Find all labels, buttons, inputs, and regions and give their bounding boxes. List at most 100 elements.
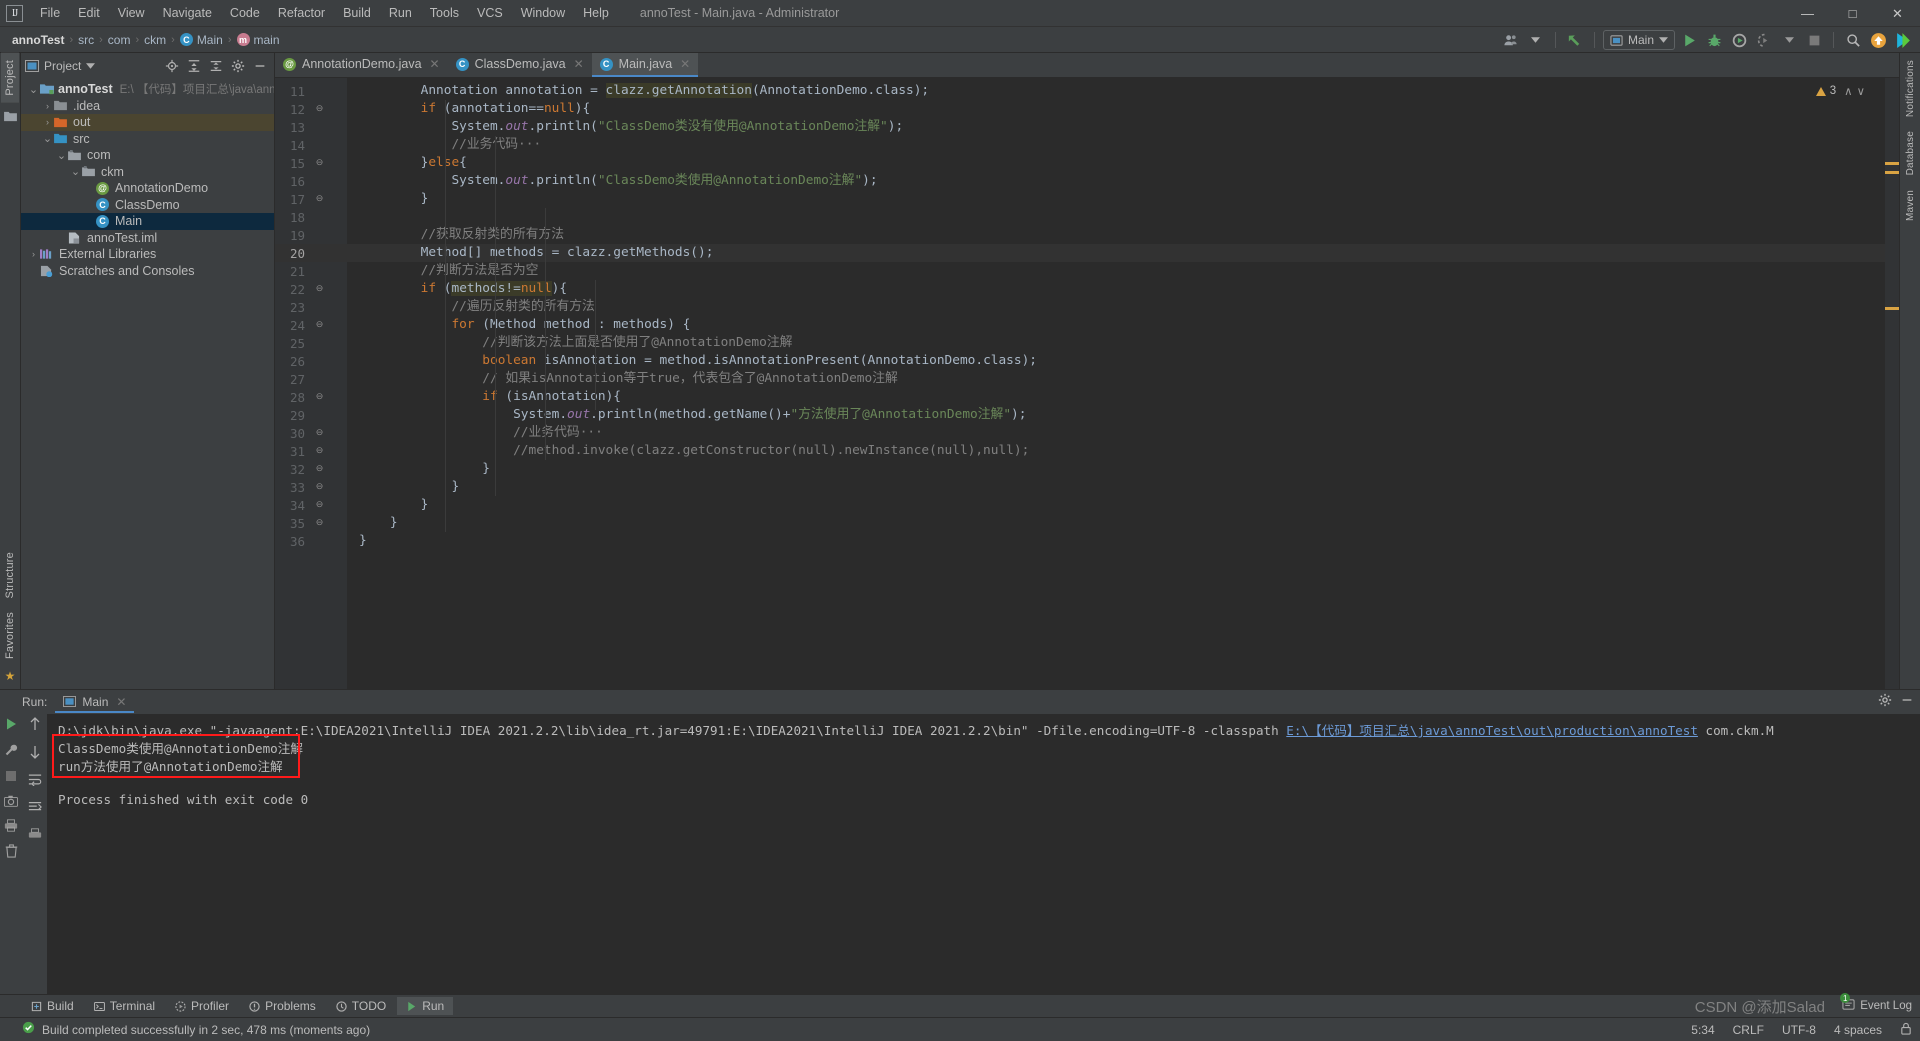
run-configuration-selector[interactable]: Main xyxy=(1602,30,1675,50)
line-number[interactable]: 32 xyxy=(279,462,305,477)
line-number[interactable]: 34 xyxy=(279,498,305,513)
menu-item-file[interactable]: File xyxy=(31,2,69,24)
sidebar-item-structure[interactable]: Structure xyxy=(1,545,19,605)
menu-item-navigate[interactable]: Navigate xyxy=(154,2,221,24)
breadcrumb-item-ckm[interactable]: ckm xyxy=(140,32,170,48)
code-line[interactable]: System.out.println("ClassDemo类没有使用@Annot… xyxy=(359,118,903,136)
ide-icon[interactable] xyxy=(1892,29,1914,51)
menu-item-view[interactable]: View xyxy=(109,2,154,24)
camera-icon[interactable] xyxy=(4,794,18,812)
line-number[interactable]: 33 xyxy=(279,480,305,495)
editor-code[interactable]: 3 ∧ ∨ Annotation annotation = clazz.getA… xyxy=(347,78,1885,689)
tree-expand-arrow-icon[interactable]: ⌄ xyxy=(55,149,68,162)
code-fold-icon[interactable]: ⊖ xyxy=(314,463,325,474)
bottom-tab-run[interactable]: Run xyxy=(397,997,454,1015)
code-line[interactable]: //判断该方法上面是否使用了@AnnotationDemo注解 xyxy=(359,334,792,352)
wrench-icon[interactable] xyxy=(4,743,18,762)
caret-position[interactable]: 5:34 xyxy=(1691,1023,1714,1037)
code-line[interactable]: //业务代码··· xyxy=(359,424,603,442)
line-number[interactable]: 35 xyxy=(279,516,305,531)
breadcrumb-item-main[interactable]: m main xyxy=(233,32,284,48)
event-log-label[interactable]: Event Log xyxy=(1860,1000,1912,1012)
bottom-tab-todo[interactable]: TODO xyxy=(327,997,395,1015)
debug-icon[interactable] xyxy=(1703,29,1725,51)
code-fold-icon[interactable]: ⊖ xyxy=(314,391,325,402)
menu-item-tools[interactable]: Tools xyxy=(421,2,468,24)
scroll-down-icon[interactable] xyxy=(29,745,41,764)
menu-item-window[interactable]: Window xyxy=(512,2,574,24)
breadcrumb-item-src[interactable]: src xyxy=(74,32,98,48)
tree-expand-arrow-icon[interactable]: › xyxy=(27,249,40,259)
code-fold-icon[interactable]: ⊖ xyxy=(314,193,325,204)
console-classpath-link[interactable]: E:\【代码】项目汇总\java\annoTest\out\production… xyxy=(1286,723,1698,738)
tree-node-ckm[interactable]: ⌄ ckm xyxy=(21,164,274,181)
user-avatar-icon[interactable] xyxy=(1500,29,1522,51)
updates-icon[interactable] xyxy=(1867,29,1889,51)
error-stripe-mark[interactable] xyxy=(1885,171,1899,174)
code-fold-icon[interactable]: ⊖ xyxy=(314,319,325,330)
run-icon[interactable] xyxy=(1678,29,1700,51)
line-number[interactable]: 31 xyxy=(279,444,305,459)
line-number[interactable]: 36 xyxy=(279,534,305,549)
code-line[interactable]: if (methods!=null){ xyxy=(359,280,567,298)
code-fold-icon[interactable]: ⊖ xyxy=(314,499,325,510)
code-line[interactable]: } xyxy=(359,514,398,532)
close-button[interactable]: ✕ xyxy=(1875,0,1920,27)
tree-node-com[interactable]: ⌄ com xyxy=(21,147,274,164)
menu-item-edit[interactable]: Edit xyxy=(69,2,109,24)
print-console-icon[interactable] xyxy=(28,828,42,846)
profiler-icon[interactable] xyxy=(1753,29,1775,51)
scroll-up-icon[interactable] xyxy=(29,717,41,736)
tree-expand-arrow-icon[interactable]: › xyxy=(41,117,54,127)
line-number[interactable]: 18 xyxy=(279,210,305,225)
line-number[interactable]: 28 xyxy=(279,390,305,405)
structure-folder-icon[interactable] xyxy=(3,109,17,127)
code-line[interactable]: System.out.println(method.getName()+"方法使… xyxy=(359,406,1026,424)
soft-wrap-icon[interactable] xyxy=(28,773,42,791)
line-number[interactable]: 11 xyxy=(279,84,305,99)
sidebar-item-maven[interactable]: Maven xyxy=(1902,183,1919,228)
tree-node-src[interactable]: ⌄ src xyxy=(21,131,274,148)
line-number[interactable]: 13 xyxy=(279,120,305,135)
run-tab-main[interactable]: Main ✕ xyxy=(55,692,135,713)
line-number[interactable]: 26 xyxy=(279,354,305,369)
menu-item-vcs[interactable]: VCS xyxy=(468,2,512,24)
project-tree[interactable]: ⌄ annoTest E:\ 【代码】项目汇总\java\annoTest › .ide… xyxy=(21,79,274,689)
tree-node-annotest-iml[interactable]: annoTest.iml xyxy=(21,230,274,247)
tree-expand-arrow-icon[interactable]: ⌄ xyxy=(27,83,40,96)
indent-setting[interactable]: 4 spaces xyxy=(1834,1023,1882,1037)
gear-icon[interactable] xyxy=(1878,693,1892,712)
breadcrumb-item-annotest[interactable]: annoTest xyxy=(8,32,68,48)
code-line[interactable]: }else{ xyxy=(359,154,467,172)
code-line[interactable]: if (annotation==null){ xyxy=(359,100,591,118)
line-number[interactable]: 25 xyxy=(279,336,305,351)
line-number[interactable]: 20 xyxy=(279,246,305,261)
code-line[interactable]: System.out.println("ClassDemo类使用@Annotat… xyxy=(359,172,877,190)
hide-panel-icon[interactable] xyxy=(250,56,270,76)
editor-gutter[interactable]: 11 12 ⊖ 13 14 15 ⊖ 16 17 ⊖ 18 19 20 21 22 ⊖ 23 24 ⊖ 25 26 27 2… xyxy=(275,78,347,689)
breadcrumb-item-main[interactable]: C Main xyxy=(176,32,227,48)
bottom-tab-terminal[interactable]: Terminal xyxy=(85,997,164,1015)
menu-item-refactor[interactable]: Refactor xyxy=(269,2,334,24)
code-line[interactable]: //遍历反射类的所有方法 xyxy=(359,298,594,316)
code-line[interactable]: } xyxy=(359,190,429,208)
line-number[interactable]: 22 xyxy=(279,282,305,297)
tree-node-annotest[interactable]: ⌄ annoTest E:\ 【代码】项目汇总\java\annoTest xyxy=(21,81,274,98)
gear-icon[interactable] xyxy=(228,56,248,76)
print-icon[interactable] xyxy=(4,819,18,837)
minimize-icon[interactable] xyxy=(1900,693,1914,712)
code-fold-icon[interactable]: ⊖ xyxy=(314,445,325,456)
close-icon[interactable]: ✕ xyxy=(680,57,690,71)
line-number[interactable]: 15 xyxy=(279,156,305,171)
bottom-tab-build[interactable]: Build xyxy=(22,997,83,1015)
code-line[interactable]: //获取反射类的所有方法 xyxy=(359,226,564,244)
menu-item-build[interactable]: Build xyxy=(334,2,380,24)
search-icon[interactable] xyxy=(1842,29,1864,51)
locate-icon[interactable] xyxy=(162,56,182,76)
scroll-to-end-icon[interactable] xyxy=(28,800,42,819)
breadcrumb-item-com[interactable]: com xyxy=(104,32,135,48)
code-line[interactable]: boolean isAnnotation = method.isAnnotati… xyxy=(359,352,1037,370)
minimize-button[interactable]: — xyxy=(1785,0,1830,27)
line-number[interactable]: 27 xyxy=(279,372,305,387)
code-fold-icon[interactable]: ⊖ xyxy=(314,517,325,528)
